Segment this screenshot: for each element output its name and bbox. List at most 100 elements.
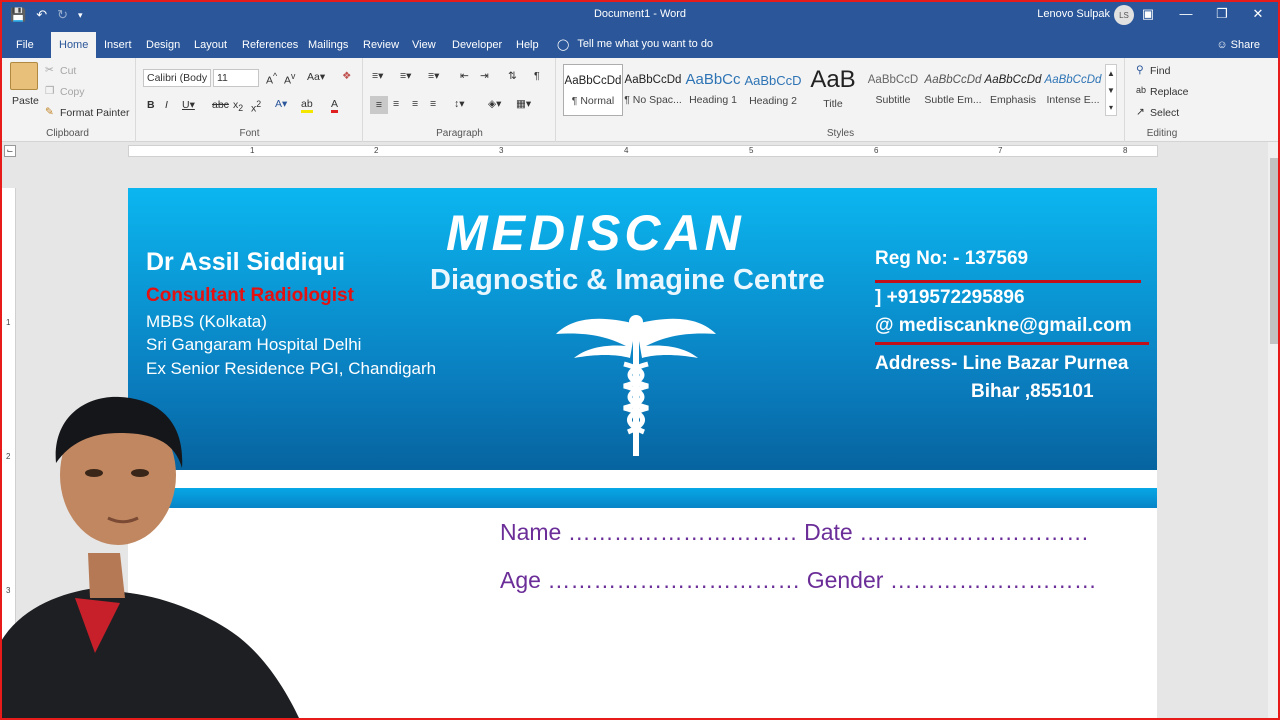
cut-button[interactable]: Cut [60, 65, 76, 77]
replace-button[interactable]: Replace [1150, 86, 1189, 98]
font-size-select[interactable]: 11 [213, 69, 259, 87]
address-line: Address- Line Bazar Purnea [875, 353, 1129, 374]
styles-scroll-icon[interactable]: ▲ ▼ ▾ [1105, 64, 1117, 116]
tab-review[interactable]: Review [355, 32, 407, 58]
replace-icon: ab [1136, 85, 1147, 95]
editing-group: ⚲ Find ab Replace ↗ Select Editing [1126, 58, 1198, 142]
horizontal-ruler[interactable]: 1 2 3 4 5 6 7 8 [128, 145, 1158, 157]
align-left-icon[interactable]: ≡ [370, 96, 388, 114]
justify-icon[interactable]: ≡ [430, 98, 436, 110]
align-right-icon[interactable]: ≡ [412, 98, 418, 110]
tab-developer[interactable]: Developer [444, 32, 510, 58]
style-no-spacing[interactable]: AaBbCcDd ¶ No Spac... [623, 64, 683, 116]
restore-icon[interactable]: ❐ [1212, 4, 1232, 24]
style-subtitle[interactable]: AaBbCcD Subtitle [863, 64, 923, 116]
superscript-icon[interactable]: x2 [251, 99, 261, 115]
tab-layout[interactable]: Layout [186, 32, 235, 58]
style-subtle-emphasis[interactable]: AaBbCcDd Subtle Em... [923, 64, 983, 116]
highlight-icon[interactable]: ab [301, 98, 313, 113]
minimize-icon[interactable]: — [1176, 4, 1196, 24]
find-button[interactable]: Find [1150, 65, 1170, 77]
multilevel-list-icon[interactable]: ≡▾ [428, 70, 439, 82]
format-painter-button[interactable]: Format Painter [60, 107, 129, 119]
tab-design[interactable]: Design [138, 32, 188, 58]
tell-me-box[interactable]: ◯ Tell me what you want to do [557, 38, 713, 51]
shading-icon[interactable]: ◈▾ [488, 98, 501, 110]
line-spacing-icon[interactable]: ↕▾ [454, 98, 465, 110]
paste-icon[interactable] [10, 62, 38, 90]
style-title[interactable]: AaB Title [803, 64, 863, 116]
style-name: ¶ No Spac... [624, 94, 682, 106]
doctor-role: Consultant Radiologist [146, 285, 354, 306]
clipboard-label: Clipboard [46, 128, 89, 139]
align-center-icon[interactable]: ≡ [393, 98, 399, 110]
style-normal[interactable]: AaBbCcDd ¶ Normal [563, 64, 623, 116]
font-label: Font [239, 128, 260, 139]
style-emphasis[interactable]: AaBbCcDd Emphasis [983, 64, 1043, 116]
scrollbar-thumb[interactable] [1270, 158, 1278, 344]
ruler-number: 8 [1123, 146, 1128, 155]
style-heading-2[interactable]: AaBbCcD Heading 2 [743, 64, 803, 116]
ribbon-tabs: File Home Insert Design Layout Reference… [0, 30, 1280, 58]
style-heading-1[interactable]: AaBbCc Heading 1 [683, 64, 743, 116]
age-gender-field[interactable]: Age …………………………… Gender ……………………… [500, 567, 1097, 594]
change-case-icon[interactable]: Aa▾ [307, 71, 325, 83]
copy-button[interactable]: Copy [60, 86, 85, 98]
red-divider [875, 342, 1149, 345]
decrease-indent-icon[interactable]: ⇤ [460, 70, 469, 82]
qualification-line: MBBS (Kolkata) [146, 312, 267, 331]
text-effects-icon[interactable]: A▾ [275, 98, 287, 110]
font-color-icon[interactable]: A [331, 98, 339, 113]
numbering-icon[interactable]: ≡▾ [400, 70, 411, 82]
bold-icon[interactable]: B [147, 99, 155, 111]
brush-icon: ✎ [45, 106, 54, 118]
avatar[interactable]: LS [1114, 5, 1134, 25]
tab-view[interactable]: View [404, 32, 444, 58]
tab-insert[interactable]: Insert [96, 32, 140, 58]
strikethrough-icon[interactable]: abc [212, 99, 229, 111]
copy-icon: ❐ [45, 85, 55, 97]
pilcrow-icon[interactable]: ¶ [534, 70, 540, 82]
tab-home[interactable]: Home [51, 32, 97, 58]
increase-indent-icon[interactable]: ⇥ [480, 70, 489, 82]
tab-selector-icon[interactable]: ⌙ [4, 145, 16, 157]
style-name: Title [823, 98, 843, 110]
font-family-select[interactable]: Calibri (Body [143, 69, 211, 87]
tab-help[interactable]: Help [508, 32, 547, 58]
underline-icon[interactable]: U▾ [182, 99, 195, 111]
italic-icon[interactable]: I [165, 99, 168, 111]
style-intense-emphasis[interactable]: AaBbCcDd Intense E... [1043, 64, 1103, 116]
borders-icon[interactable]: ▦▾ [516, 98, 531, 110]
style-sample: AaBbCcDd [984, 74, 1042, 86]
ruler-number: 2 [374, 146, 379, 155]
tab-references[interactable]: References [234, 32, 306, 58]
registration-number: Reg No: - 137569 [875, 248, 1029, 269]
share-button[interactable]: ☺ Share [1216, 39, 1260, 51]
style-name: Heading 1 [689, 94, 737, 106]
user-name[interactable]: Lenovo Sulpak [1037, 8, 1110, 20]
tab-mailings[interactable]: Mailings [300, 32, 356, 58]
doctor-photo [0, 396, 300, 720]
doctor-name: Dr Assil Siddiqui [146, 248, 346, 276]
person-icon: ☺ [1216, 39, 1228, 51]
clear-formatting-icon[interactable]: ❖ [342, 70, 351, 82]
style-sample: AaB [810, 66, 856, 93]
tab-file[interactable]: File [8, 32, 42, 58]
close-icon[interactable]: ✕ [1248, 4, 1268, 24]
brand-logo: MEDISCAN [446, 205, 745, 261]
ribbon-display-options-icon[interactable]: ▣ [1138, 4, 1158, 24]
grow-font-icon[interactable]: A^ [266, 71, 277, 87]
subscript-icon[interactable]: x2 [233, 99, 243, 113]
style-sample: AaBbCcD [867, 74, 919, 86]
vertical-scrollbar[interactable] [1268, 142, 1280, 720]
title-bar: 💾 ↶ ↻ ▾ Document1 - Word Lenovo Sulpak L… [0, 0, 1280, 30]
style-sample: AaBbCcDd [624, 74, 682, 86]
select-button[interactable]: Select [1150, 107, 1179, 119]
ruler-number: 6 [874, 146, 879, 155]
shrink-font-icon[interactable]: Av [284, 71, 295, 87]
sort-icon[interactable]: ⇅ [508, 70, 517, 82]
bullets-icon[interactable]: ≡▾ [372, 70, 383, 82]
paragraph-group: ≡▾ ≡▾ ≡▾ ⇤ ⇥ ⇅ ¶ ≡ ≡ ≡ ≡ ↕▾ ◈▾ ▦▾ Paragr… [364, 58, 556, 142]
paste-button[interactable]: Paste [12, 95, 39, 107]
name-date-field[interactable]: Name ………………………… Date ………………………… [500, 519, 1089, 546]
